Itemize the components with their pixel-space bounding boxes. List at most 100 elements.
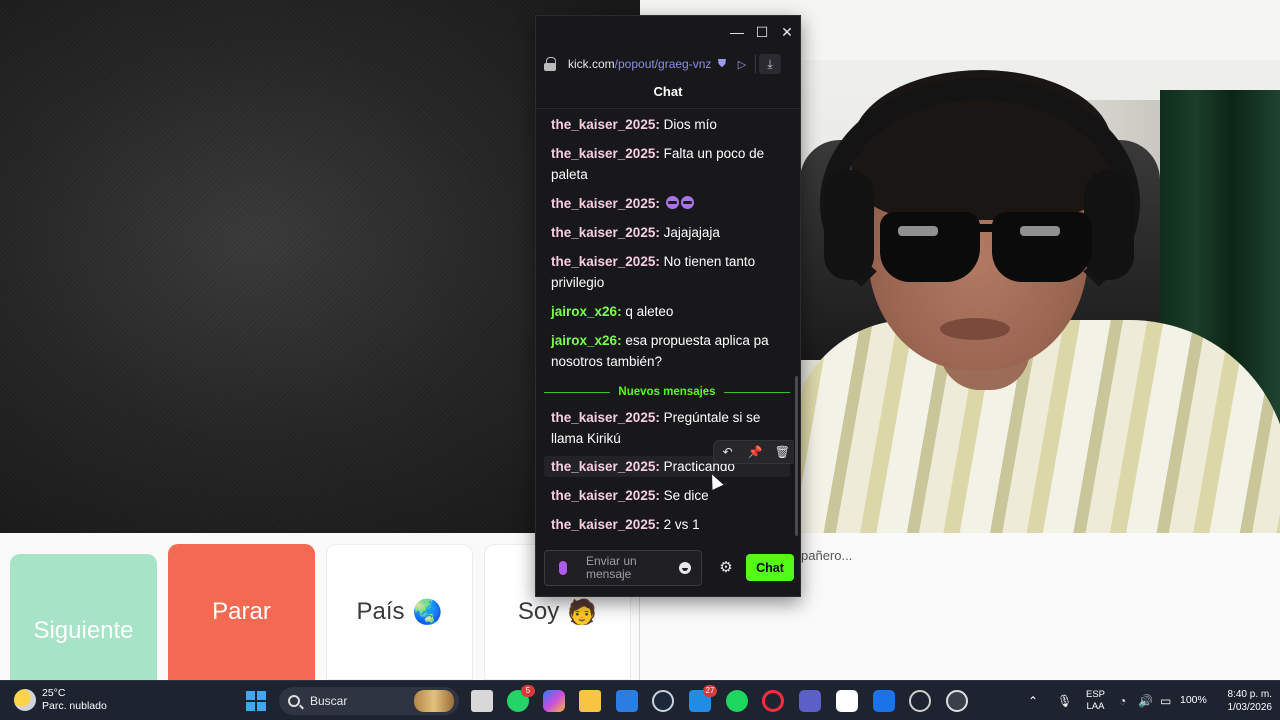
- chat-message[interactable]: the_kaiser_2025: Se dice: [551, 485, 791, 506]
- close-icon[interactable]: ✕: [775, 16, 799, 48]
- chat-text: Jajajajaja: [663, 225, 720, 240]
- chat-username[interactable]: the_kaiser_2025: [551, 410, 655, 425]
- next-button[interactable]: Siguiente: [10, 554, 157, 681]
- emoji-icon[interactable]: [679, 562, 691, 574]
- search-icon: [288, 695, 300, 707]
- file-explorer-icon[interactable]: [579, 690, 601, 712]
- chat-username[interactable]: the_kaiser_2025: [551, 117, 655, 132]
- chat-username[interactable]: the_kaiser_2025: [551, 517, 655, 532]
- address-separator: [755, 55, 756, 73]
- copilot-icon[interactable]: [543, 690, 565, 712]
- new-messages-label: Nuevos mensajes: [618, 386, 716, 398]
- chat-colon: :: [655, 146, 664, 161]
- chat-colon: :: [655, 196, 664, 211]
- chat-colon: :: [655, 225, 664, 240]
- teams-icon[interactable]: [799, 690, 821, 712]
- send-chat-button[interactable]: Chat: [746, 554, 794, 581]
- chat-colon: :: [655, 459, 664, 474]
- sunglasses: [880, 212, 1092, 282]
- battery-icon[interactable]: ▭: [1160, 681, 1171, 720]
- stop-button-label: Parar: [212, 598, 271, 625]
- clock[interactable]: 8:40 p. m. 1/03/2026: [1212, 688, 1273, 714]
- country-button-label: País: [356, 598, 405, 625]
- capcut-icon[interactable]: [836, 690, 858, 712]
- store-badge: 27: [703, 685, 717, 697]
- app-icon[interactable]: [946, 690, 968, 712]
- task-view-icon[interactable]: [471, 690, 493, 712]
- person-icon: 🧑: [567, 598, 598, 626]
- gender-button-label: Soy: [517, 598, 560, 625]
- opera-icon[interactable]: [762, 690, 784, 712]
- chat-username[interactable]: the_kaiser_2025: [551, 146, 655, 161]
- reply-icon[interactable]: ↶: [717, 442, 739, 462]
- chat-scrollbar[interactable]: [795, 376, 798, 536]
- message-actions-toolbar: ↶ 📌 🗑: [713, 440, 794, 464]
- chat-message[interactable]: the_kaiser_2025: Jajajajaja: [551, 222, 791, 243]
- chat-message[interactable]: jairox_x26: q aleteo: [551, 301, 791, 322]
- gear-icon[interactable]: ⚙: [717, 558, 735, 576]
- battery-percent: 100%: [1180, 694, 1207, 706]
- steam-icon[interactable]: [652, 690, 674, 712]
- chat-username[interactable]: jairox_x26: [551, 333, 617, 348]
- shield-icon[interactable]: ⛊: [712, 54, 732, 74]
- chat-colon: :: [655, 410, 664, 425]
- play-icon[interactable]: ▷: [732, 54, 752, 74]
- chat-text: Se dice: [663, 488, 709, 503]
- minimize-icon[interactable]: —: [725, 16, 749, 48]
- next-button-label: Siguiente: [33, 616, 134, 644]
- chatgpt-icon[interactable]: [909, 690, 931, 712]
- stop-button[interactable]: Parar: [168, 544, 315, 680]
- chat-message[interactable]: the_kaiser_2025: Falta un poco de paleta: [551, 143, 791, 185]
- address-url[interactable]: kick.com/popout/graeg-vnz: [568, 57, 712, 71]
- wifi-icon[interactable]: ◔: [1119, 681, 1126, 720]
- emote-icon[interactable]: [665, 196, 679, 209]
- chat-message[interactable]: the_kaiser_2025: No tienen tanto privile…: [551, 251, 791, 293]
- tray-overflow-icon[interactable]: ⌃: [1028, 681, 1038, 720]
- clock-date: 1/03/2026: [1227, 702, 1273, 713]
- chat-text: q aleteo: [625, 304, 674, 319]
- teams-store-icon[interactable]: 27: [689, 685, 717, 712]
- chat-message[interactable]: the_kaiser_2025: Dios mío: [551, 114, 791, 135]
- weather-condition: Parc. nublado: [42, 700, 107, 712]
- chat-message[interactable]: the_kaiser_2025: 2 vs 1: [551, 514, 791, 535]
- search-label: Buscar: [310, 694, 348, 708]
- chat-username[interactable]: the_kaiser_2025: [551, 488, 655, 503]
- weather-widget[interactable]: 25°C Parc. nublado: [14, 687, 107, 713]
- chat-username[interactable]: the_kaiser_2025: [551, 254, 655, 269]
- chat-username[interactable]: the_kaiser_2025: [551, 196, 655, 211]
- chat-input-row: Enviar un mensaje ⚙ Chat: [536, 548, 800, 588]
- chat-message[interactable]: the_kaiser_2025:: [551, 193, 791, 214]
- store-icon[interactable]: [616, 690, 638, 712]
- chat-message-list[interactable]: the_kaiser_2025: Dios mío the_kaiser_202…: [536, 112, 794, 552]
- chat-colon: :: [655, 488, 664, 503]
- whatsapp-icon[interactable]: 5: [507, 685, 535, 712]
- delete-icon[interactable]: 🗑: [771, 442, 793, 462]
- emote-icon[interactable]: [680, 196, 694, 209]
- chat-colon: :: [655, 254, 664, 269]
- lock-icon[interactable]: [544, 57, 556, 71]
- pin-icon[interactable]: 📌: [744, 442, 766, 462]
- chat-username[interactable]: the_kaiser_2025: [551, 459, 655, 474]
- country-button[interactable]: País 🌏: [326, 544, 473, 680]
- chat-username[interactable]: jairox_x26: [551, 304, 617, 319]
- taskbar-search[interactable]: Buscar: [279, 687, 459, 715]
- search-highlight-image: [414, 690, 454, 712]
- globe-icon: 🌏: [412, 598, 443, 626]
- microphone-tray-icon[interactable]: 🎙: [1057, 681, 1072, 720]
- chat-text: Dios mío: [663, 117, 717, 132]
- address-bar[interactable]: kick.com/popout/graeg-vnz ⛊ ▷ ⤓: [536, 50, 800, 78]
- chat-username[interactable]: the_kaiser_2025: [551, 225, 655, 240]
- spotify-icon[interactable]: [726, 690, 748, 712]
- volume-icon[interactable]: 🔊: [1138, 681, 1153, 720]
- message-input[interactable]: Enviar un mensaje: [544, 550, 702, 586]
- chat-message[interactable]: jairox_x26: esa propuesta aplica pa noso…: [551, 330, 791, 372]
- chat-text: 2 vs 1: [663, 517, 700, 532]
- chat-colon: :: [655, 117, 664, 132]
- whatsapp-badge: 5: [521, 685, 535, 697]
- windows-start-icon[interactable]: [246, 691, 266, 711]
- maximize-icon[interactable]: ☐: [750, 16, 774, 48]
- outlook-icon[interactable]: [873, 690, 895, 712]
- download-icon[interactable]: ⤓: [759, 54, 781, 74]
- microphone-icon[interactable]: [559, 561, 567, 575]
- keyboard-language[interactable]: ESP LAA: [1086, 689, 1105, 713]
